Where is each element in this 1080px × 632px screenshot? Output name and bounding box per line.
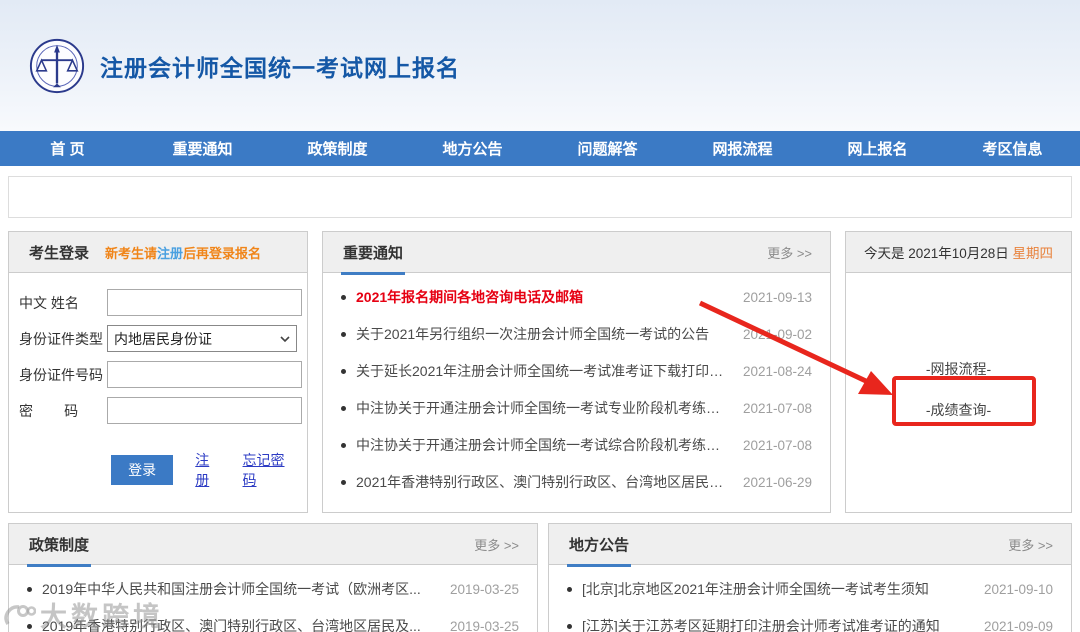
watermark-text: 大数跨境 bbox=[40, 602, 164, 632]
id-number-label: 身份证件号码 bbox=[19, 366, 103, 383]
watermark-logo-icon bbox=[4, 604, 36, 625]
chevron-down-icon bbox=[280, 335, 290, 342]
banner-strip bbox=[8, 176, 1072, 218]
bullet-icon bbox=[27, 586, 32, 592]
local-more-link[interactable]: 更多 >> bbox=[1008, 535, 1053, 554]
page-title: 注册会计师全国统一考试网上报名 bbox=[100, 54, 460, 81]
bullet-icon bbox=[341, 368, 346, 374]
bullet-icon bbox=[341, 479, 346, 485]
forgot-password-link[interactable]: 忘记密码 bbox=[243, 450, 297, 490]
nav-item-signup[interactable]: 网上报名 bbox=[810, 131, 945, 166]
bullet-icon bbox=[341, 405, 346, 411]
local-link[interactable]: [北京]北京地区2021年注册会计师全国统一考试考生须知 bbox=[582, 579, 970, 599]
notice-item: 关于2021年另行组织一次注册会计师全国统一考试的公告 2021-09-02 bbox=[341, 324, 812, 344]
notice-link[interactable]: 2021年报名期间各地咨询电话及邮箱 bbox=[356, 287, 729, 307]
notice-prefix: 新考生请 bbox=[105, 245, 158, 261]
id-number-input[interactable] bbox=[107, 361, 302, 388]
nav-item-examarea[interactable]: 考区信息 bbox=[945, 131, 1080, 166]
name-label: 中文 姓名 bbox=[19, 294, 79, 311]
notice-date: 2021-07-08 bbox=[742, 401, 812, 416]
notices-more-link[interactable]: 更多 >> bbox=[767, 243, 812, 262]
notice-item: 中注协关于开通注册会计师全国统一考试综合阶段机考练习网站... 2021-07-0… bbox=[341, 435, 812, 455]
top-row: 考生登录 新考生请注册后再登录报名 中文 姓名 身份证件类型 内地居民身份证 身… bbox=[0, 231, 1080, 513]
notice-link[interactable]: 中注协关于开通注册会计师全国统一考试综合阶段机考练习网站... bbox=[356, 435, 729, 455]
watermark: 大数跨境 bbox=[2, 595, 164, 632]
nav-item-local[interactable]: 地方公告 bbox=[405, 131, 540, 166]
notice-item: 中注协关于开通注册会计师全国统一考试专业阶段机考练习网站... 2021-07-0… bbox=[341, 398, 812, 418]
notices-title: 重要通知 bbox=[341, 231, 406, 275]
cicpa-logo-icon bbox=[29, 38, 85, 93]
local-title: 地方公告 bbox=[567, 523, 632, 567]
bullet-icon bbox=[567, 623, 572, 629]
site-header: 注册会计师全国统一考试网上报名 bbox=[0, 0, 1080, 131]
local-item: [北京]北京地区2021年注册会计师全国统一考试考生须知 2021-09-10 bbox=[567, 579, 1053, 599]
today-panel-header: 今天是 2021年10月28日 星期四 bbox=[846, 232, 1071, 273]
policy-date: 2019-03-25 bbox=[449, 619, 519, 632]
red-highlight-box bbox=[892, 376, 1036, 426]
policy-more-link[interactable]: 更多 >> bbox=[474, 535, 519, 554]
policy-date: 2019-03-25 bbox=[449, 582, 519, 597]
notices-panel-header: 重要通知 更多 >> bbox=[323, 231, 830, 275]
important-notices-panel: 重要通知 更多 >> 2021年报名期间各地咨询电话及邮箱 2021-09-13 … bbox=[322, 231, 831, 513]
notice-link[interactable]: 关于2021年另行组织一次注册会计师全国统一考试的公告 bbox=[356, 324, 729, 344]
id-type-select[interactable]: 内地居民身份证 bbox=[107, 325, 297, 352]
password-input[interactable] bbox=[107, 397, 302, 424]
notice-link[interactable]: 中注协关于开通注册会计师全国统一考试专业阶段机考练习网站... bbox=[356, 398, 729, 418]
policy-panel-header: 政策制度 更多 >> bbox=[9, 523, 537, 567]
notice-suffix: 后再登录报名 bbox=[183, 245, 262, 261]
main-nav: 首 页 重要通知 政策制度 地方公告 问题解答 网报流程 网上报名 考区信息 bbox=[0, 131, 1080, 166]
nav-item-flow[interactable]: 网报流程 bbox=[675, 131, 810, 166]
today-panel-body: -网报流程- -成绩查询- bbox=[846, 273, 1071, 512]
notices-list: 2021年报名期间各地咨询电话及邮箱 2021-09-13 关于2021年另行组织… bbox=[323, 273, 830, 509]
today-date: 今天是 2021年10月28日 星期四 bbox=[864, 242, 1053, 262]
today-panel: 今天是 2021年10月28日 星期四 -网报流程- -成绩查询- bbox=[845, 231, 1072, 513]
notice-item: 2021年香港特别行政区、澳门特别行政区、台湾地区居民及... 2021-06-2… bbox=[341, 472, 812, 492]
notice-item: 关于延长2021年注册会计师全国统一考试准考证下载打印时... 2021-08-2… bbox=[341, 361, 812, 381]
bullet-icon bbox=[341, 331, 346, 337]
login-button[interactable]: 登录 bbox=[111, 455, 174, 485]
local-link[interactable]: [江苏]关于江苏考区延期打印注册会计师考试准考证的通知 bbox=[582, 616, 970, 632]
login-title: 考生登录 bbox=[29, 244, 90, 262]
new-candidate-notice: 新考生请注册后再登录报名 bbox=[105, 243, 261, 262]
nav-item-policy[interactable]: 政策制度 bbox=[270, 131, 405, 166]
bullet-icon bbox=[341, 442, 346, 448]
register-link[interactable]: 注册 bbox=[195, 450, 222, 490]
notice-date: 2021-09-02 bbox=[742, 327, 812, 342]
id-type-value: 内地居民身份证 bbox=[114, 330, 212, 347]
nav-item-notices[interactable]: 重要通知 bbox=[135, 131, 270, 166]
bullet-icon bbox=[567, 586, 572, 592]
today-date-text: 今天是 2021年10月28日 bbox=[863, 246, 1013, 261]
notice-item: 2021年报名期间各地咨询电话及邮箱 2021-09-13 bbox=[341, 287, 812, 307]
login-panel: 考生登录 新考生请注册后再登录报名 中文 姓名 身份证件类型 内地居民身份证 身… bbox=[8, 231, 308, 513]
notice-date: 2021-09-13 bbox=[742, 290, 812, 305]
local-list: [北京]北京地区2021年注册会计师全国统一考试考生须知 2021-09-10 [… bbox=[549, 565, 1071, 632]
policy-title: 政策制度 bbox=[27, 523, 92, 567]
name-input[interactable] bbox=[107, 289, 302, 316]
local-date: 2021-09-10 bbox=[983, 582, 1053, 597]
id-type-label: 身份证件类型 bbox=[19, 330, 103, 347]
nav-item-faq[interactable]: 问题解答 bbox=[540, 131, 675, 166]
local-panel-header: 地方公告 更多 >> bbox=[549, 523, 1071, 567]
today-weekday: 星期四 bbox=[1012, 246, 1054, 261]
local-announcements-panel: 地方公告 更多 >> [北京]北京地区2021年注册会计师全国统一考试考生须知 2… bbox=[548, 523, 1072, 632]
login-panel-header: 考生登录 新考生请注册后再登录报名 bbox=[9, 232, 307, 273]
register-inline-link[interactable]: 注册 bbox=[157, 246, 183, 261]
notice-date: 2021-06-29 bbox=[742, 475, 812, 490]
notice-date: 2021-07-08 bbox=[742, 438, 812, 453]
local-item: [江苏]关于江苏考区延期打印注册会计师考试准考证的通知 2021-09-09 bbox=[567, 616, 1053, 632]
notice-date: 2021-08-24 bbox=[742, 364, 812, 379]
notice-link[interactable]: 关于延长2021年注册会计师全国统一考试准考证下载打印时... bbox=[356, 361, 729, 381]
login-form: 中文 姓名 身份证件类型 内地居民身份证 身份证件号码 密 码 登录 注册 忘记… bbox=[9, 273, 307, 490]
nav-item-home[interactable]: 首 页 bbox=[0, 131, 135, 166]
local-date: 2021-09-09 bbox=[983, 619, 1053, 632]
notice-link[interactable]: 2021年香港特别行政区、澳门特别行政区、台湾地区居民及... bbox=[356, 472, 729, 492]
bullet-icon bbox=[341, 294, 346, 300]
password-label: 密 码 bbox=[19, 402, 79, 419]
